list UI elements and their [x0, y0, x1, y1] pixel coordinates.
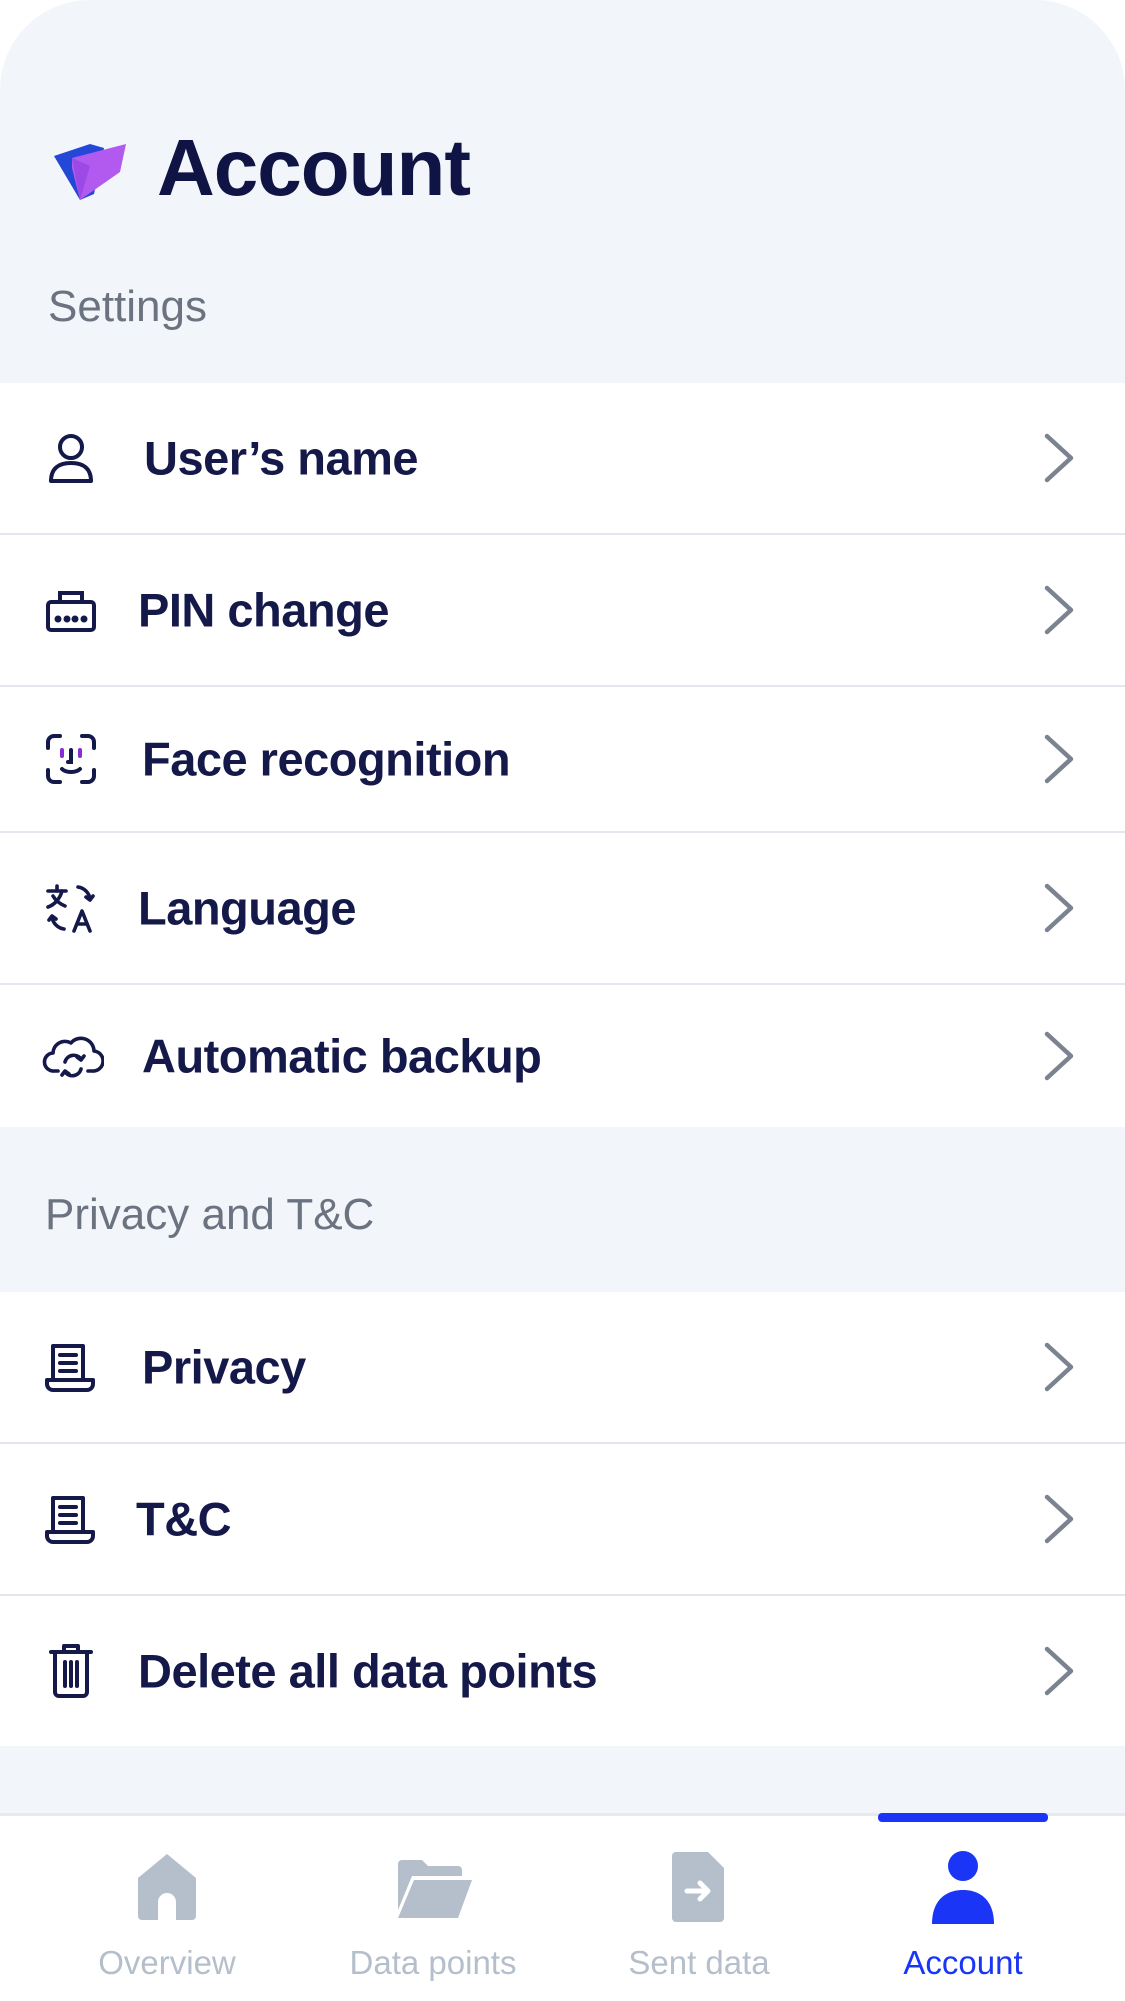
chevron-right-icon	[1044, 1342, 1074, 1392]
chevron-right-icon	[1044, 585, 1074, 635]
settings-item-pin-change[interactable]: PIN change	[0, 535, 1125, 687]
page-title: Account	[157, 123, 471, 212]
face-id-icon	[40, 728, 102, 790]
tab-label: Overview	[98, 1944, 236, 1981]
settings-item-label: PIN change	[138, 583, 389, 637]
settings-item-label: Automatic backup	[142, 1029, 542, 1083]
settings-list: User’s name PIN change Face recognition …	[0, 383, 1125, 1127]
privacy-item-label: T&C	[136, 1492, 232, 1546]
chevron-right-icon	[1044, 883, 1074, 933]
tab-data-points[interactable]: Data points	[308, 1816, 558, 2001]
document-icon	[40, 1336, 102, 1398]
privacy-section-label: Privacy and T&C	[45, 1190, 375, 1239]
file-send-icon	[672, 1852, 724, 1922]
user-icon	[40, 427, 102, 489]
settings-item-users-name[interactable]: User’s name	[0, 383, 1125, 535]
keypad-icon	[40, 579, 102, 641]
translate-icon	[40, 877, 102, 939]
header: Account Settings	[0, 0, 1125, 383]
person-icon	[932, 1851, 994, 1924]
chevron-right-icon	[1044, 1494, 1074, 1544]
settings-item-language[interactable]: Language	[0, 833, 1125, 985]
bottom-tab-bar: Overview Data points Sent data Account	[0, 1813, 1125, 2001]
chevron-right-icon	[1044, 1646, 1074, 1696]
tab-label: Sent data	[628, 1944, 770, 1981]
folder-icon	[398, 1860, 472, 1918]
settings-item-label: Language	[138, 881, 356, 935]
privacy-item-label: Privacy	[142, 1340, 306, 1394]
document-icon	[40, 1488, 102, 1550]
cloud-sync-icon	[40, 1025, 106, 1087]
privacy-item-label: Delete all data points	[138, 1644, 598, 1698]
tab-label: Account	[903, 1944, 1023, 1981]
privacy-item-delete-all-data-points[interactable]: Delete all data points	[0, 1596, 1125, 1746]
tab-label: Data points	[349, 1944, 517, 1981]
settings-item-label: User’s name	[144, 431, 419, 485]
trash-icon	[40, 1640, 102, 1702]
privacy-item-privacy[interactable]: Privacy	[0, 1292, 1125, 1444]
home-icon	[138, 1854, 196, 1920]
privacy-list: Privacy T&C Delete all data points	[0, 1292, 1125, 1746]
settings-item-label: Face recognition	[142, 732, 511, 786]
tab-overview[interactable]: Overview	[42, 1816, 292, 2001]
privacy-item-tc[interactable]: T&C	[0, 1444, 1125, 1596]
account-screen: Account Settings User’s name PIN change …	[0, 0, 1125, 2001]
settings-item-automatic-backup[interactable]: Automatic backup	[0, 985, 1125, 1127]
chevron-right-icon	[1044, 1031, 1074, 1081]
app-logo-icon	[54, 144, 126, 200]
chevron-right-icon	[1044, 734, 1074, 784]
chevron-right-icon	[1044, 433, 1074, 483]
settings-section-label: Settings	[48, 282, 207, 331]
tab-sent-data[interactable]: Sent data	[574, 1816, 824, 2001]
settings-item-face-recognition[interactable]: Face recognition	[0, 687, 1125, 833]
tab-account[interactable]: Account	[838, 1816, 1088, 2001]
